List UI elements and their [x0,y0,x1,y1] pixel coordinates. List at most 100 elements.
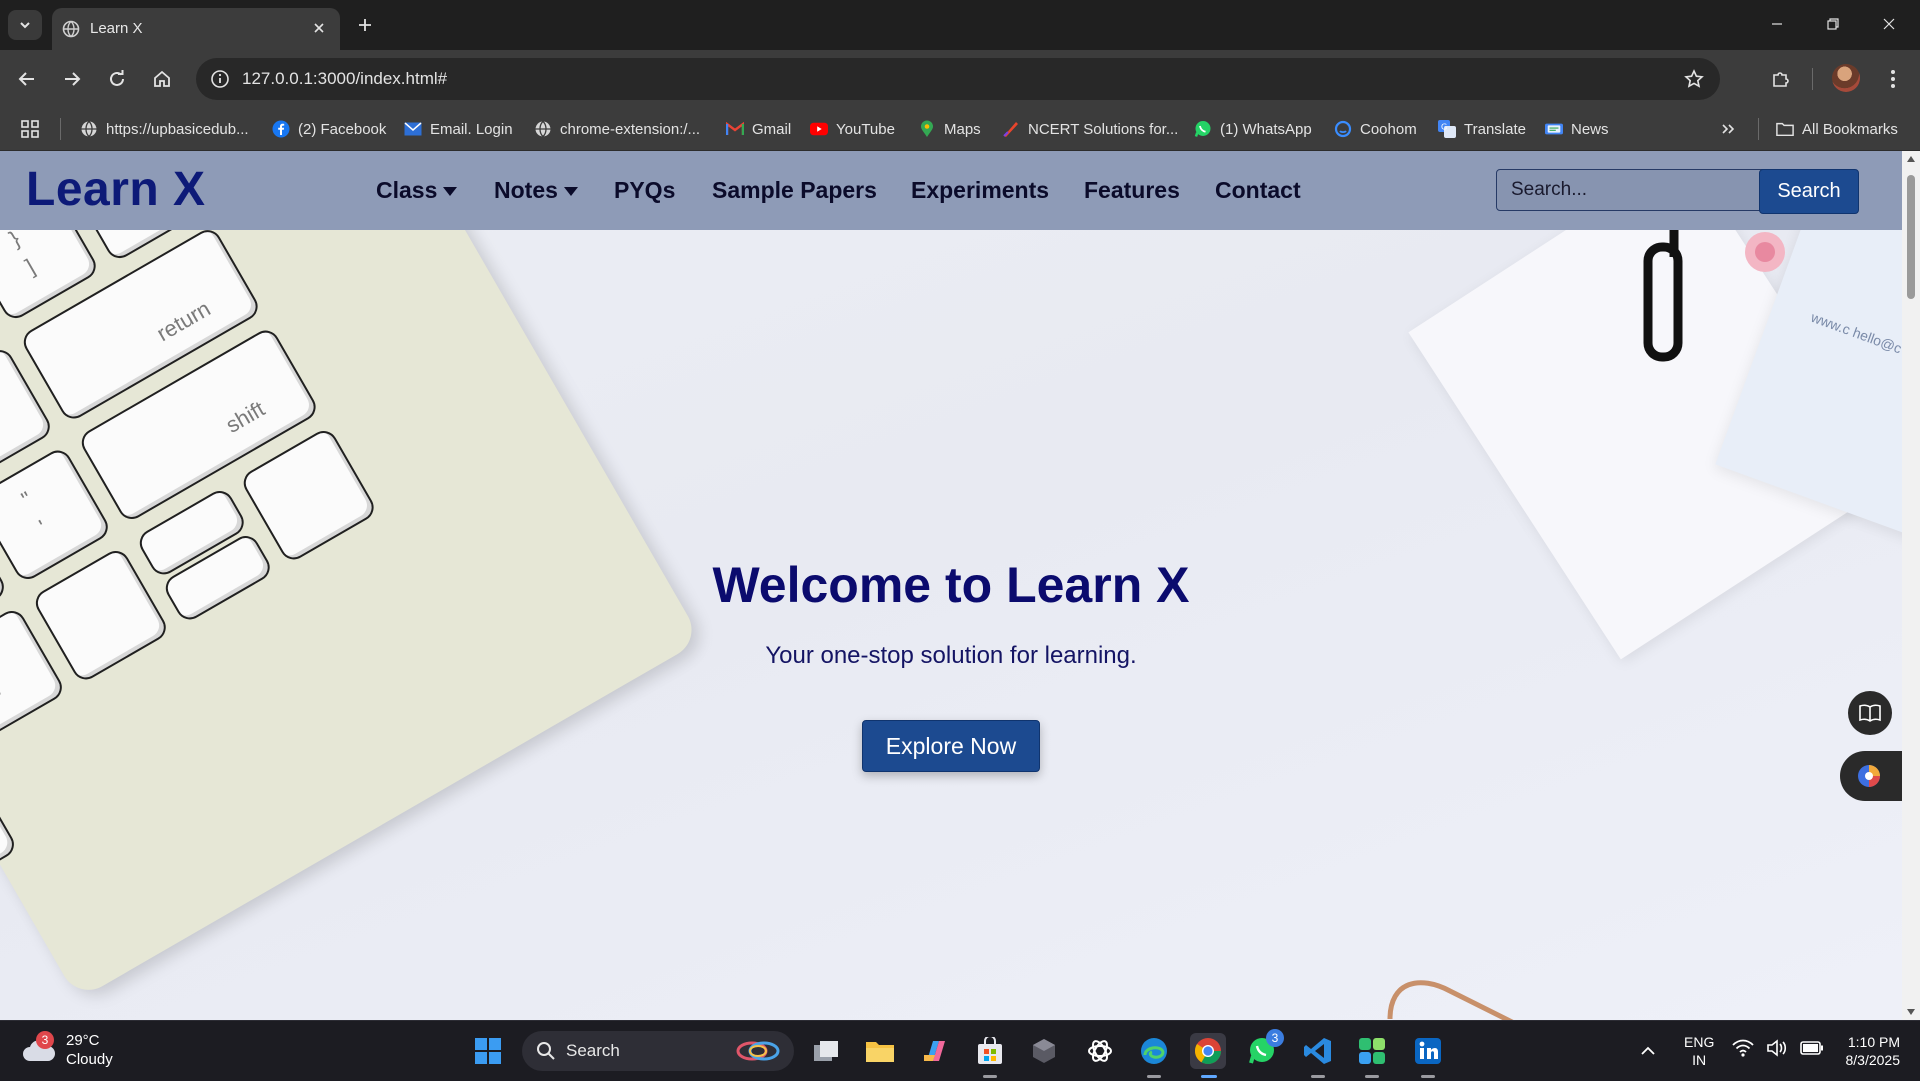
nav-experiments[interactable]: Experiments [911,177,1049,204]
site-search-input[interactable] [1496,169,1780,211]
search-highlight-icon [736,1041,780,1061]
bookmark-coohom[interactable]: Coohom [1334,108,1417,150]
kebab-menu-icon [1891,70,1895,88]
forward-button[interactable] [55,62,89,96]
nav-notes[interactable]: Notes [494,177,578,204]
globe-icon [80,120,98,138]
system-clock[interactable]: 1:10 PM 8/3/2025 [1830,1033,1901,1069]
page-scrollbar[interactable] [1902,151,1920,1020]
tray-overflow-button[interactable] [1630,1033,1666,1069]
tab-close-icon[interactable] [308,17,330,39]
nav-contact[interactable]: Contact [1215,177,1301,204]
bookmark-label: Coohom [1360,120,1417,138]
nav-label: Sample Papers [712,177,877,203]
volume-icon [1767,1039,1787,1057]
bookmark-youtube[interactable]: YouTube [810,108,895,150]
nav-features[interactable]: Features [1084,177,1180,204]
nav-label: Experiments [911,177,1050,203]
reading-mode-button[interactable] [1848,691,1892,735]
chevron-double-right-icon[interactable] [1716,118,1740,140]
globe-icon [62,20,80,38]
minimize-button[interactable] [1754,8,1800,40]
site-navbar: Learn X Class Notes PYQs Sample Papers E… [0,151,1902,230]
taskbar-search[interactable]: Search [522,1031,794,1071]
bookmark-label: Email. Login [430,120,513,138]
system-tray-icons[interactable] [1732,1039,1824,1057]
site-search-button[interactable]: Search [1759,169,1859,214]
vscode-button[interactable] [1300,1033,1336,1069]
cloud-icon: 3 [22,1031,56,1065]
extensions-button[interactable] [1764,62,1798,96]
clock-time: 1:10 PM [1847,1034,1900,1050]
bookmark-news[interactable]: News [1545,108,1609,150]
linkedin-button[interactable] [1410,1033,1446,1069]
color-orb-icon [1858,765,1880,787]
app-tiles-button[interactable] [1354,1033,1390,1069]
address-bar[interactable]: 127.0.0.1:3000/index.html# [196,58,1720,100]
battery-icon [1800,1041,1823,1055]
back-button[interactable] [10,62,44,96]
assistant-button[interactable] [1840,751,1902,801]
bookmark-whatsapp[interactable]: (1) WhatsApp [1194,108,1312,150]
svg-text:G: G [1441,123,1447,132]
menu-button[interactable] [1876,62,1910,96]
copilot-button[interactable] [918,1033,954,1069]
url-text[interactable]: 127.0.0.1:3000/index.html# [242,69,447,89]
edge-icon [1141,1038,1167,1064]
search-icon [537,1042,555,1060]
tab-search-button[interactable] [8,10,42,40]
coohom-icon [1334,120,1352,138]
home-button[interactable] [145,62,179,96]
hero-title: Welcome to Learn X [712,557,1190,613]
explore-now-button[interactable]: Explore Now [862,720,1040,772]
edge-button[interactable] [1136,1033,1172,1069]
restore-button[interactable] [1810,8,1856,40]
scroll-up-arrow-icon[interactable] [1906,155,1916,163]
whatsapp-button[interactable]: 3 [1244,1029,1284,1069]
nav-sample-papers[interactable]: Sample Papers [712,177,877,204]
weather-desc: Cloudy [66,1051,113,1068]
scrollbar-thumb[interactable] [1907,175,1915,299]
bookmark-upbasicedu[interactable]: https://upbasicedub... [80,108,249,150]
info-icon[interactable] [206,65,234,93]
nav-class[interactable]: Class [376,177,458,204]
chatgpt-button[interactable] [1082,1033,1118,1069]
running-indicator [1201,1075,1217,1078]
store-button[interactable] [972,1033,1008,1069]
plus-icon [359,19,371,31]
bookmark-chrome-extension[interactable]: chrome-extension:/... [534,108,700,150]
bookmark-star-icon[interactable] [1680,65,1708,93]
running-indicator [1421,1075,1435,1078]
bookmark-translate[interactable]: G Translate [1438,108,1526,150]
bookmark-maps[interactable]: Maps [918,108,981,150]
all-bookmarks-button[interactable]: All Bookmarks [1776,108,1898,150]
nav-pyqs[interactable]: PYQs [614,177,675,204]
toolbar-divider [1812,68,1813,90]
browser-tab-active[interactable]: Learn X [52,8,340,50]
new-tab-button[interactable] [352,12,378,38]
bookmark-facebook[interactable]: (2) Facebook [272,108,386,150]
scroll-down-arrow-icon[interactable] [1906,1008,1916,1016]
bookmark-label: News [1571,120,1609,138]
unity-button[interactable] [1026,1033,1062,1069]
key-label: return [152,295,215,347]
language-indicator[interactable]: ENG IN [1684,1033,1714,1069]
reload-button[interactable] [100,62,134,96]
bookmark-gmail[interactable]: Gmail [726,108,791,150]
nav-label: PYQs [614,177,676,203]
site-logo[interactable]: Learn X [26,162,206,217]
close-window-button[interactable] [1866,8,1912,40]
bookmark-ncert[interactable]: NCERT Solutions for... [1002,108,1178,150]
vscode-icon [1304,1038,1331,1064]
bookmark-label: (1) WhatsApp [1220,120,1312,138]
bookmark-email-login[interactable]: Email. Login [404,108,513,150]
close-icon [1883,18,1895,30]
start-button[interactable] [470,1033,506,1069]
language-code: ENG [1684,1034,1715,1050]
file-explorer-button[interactable] [862,1033,898,1069]
weather-widget[interactable]: 3 29°C Cloudy [22,1031,113,1069]
task-view-button[interactable] [808,1033,844,1069]
apps-grid-icon[interactable] [20,119,40,139]
chrome-button[interactable] [1190,1033,1226,1069]
profile-avatar[interactable] [1832,64,1860,92]
